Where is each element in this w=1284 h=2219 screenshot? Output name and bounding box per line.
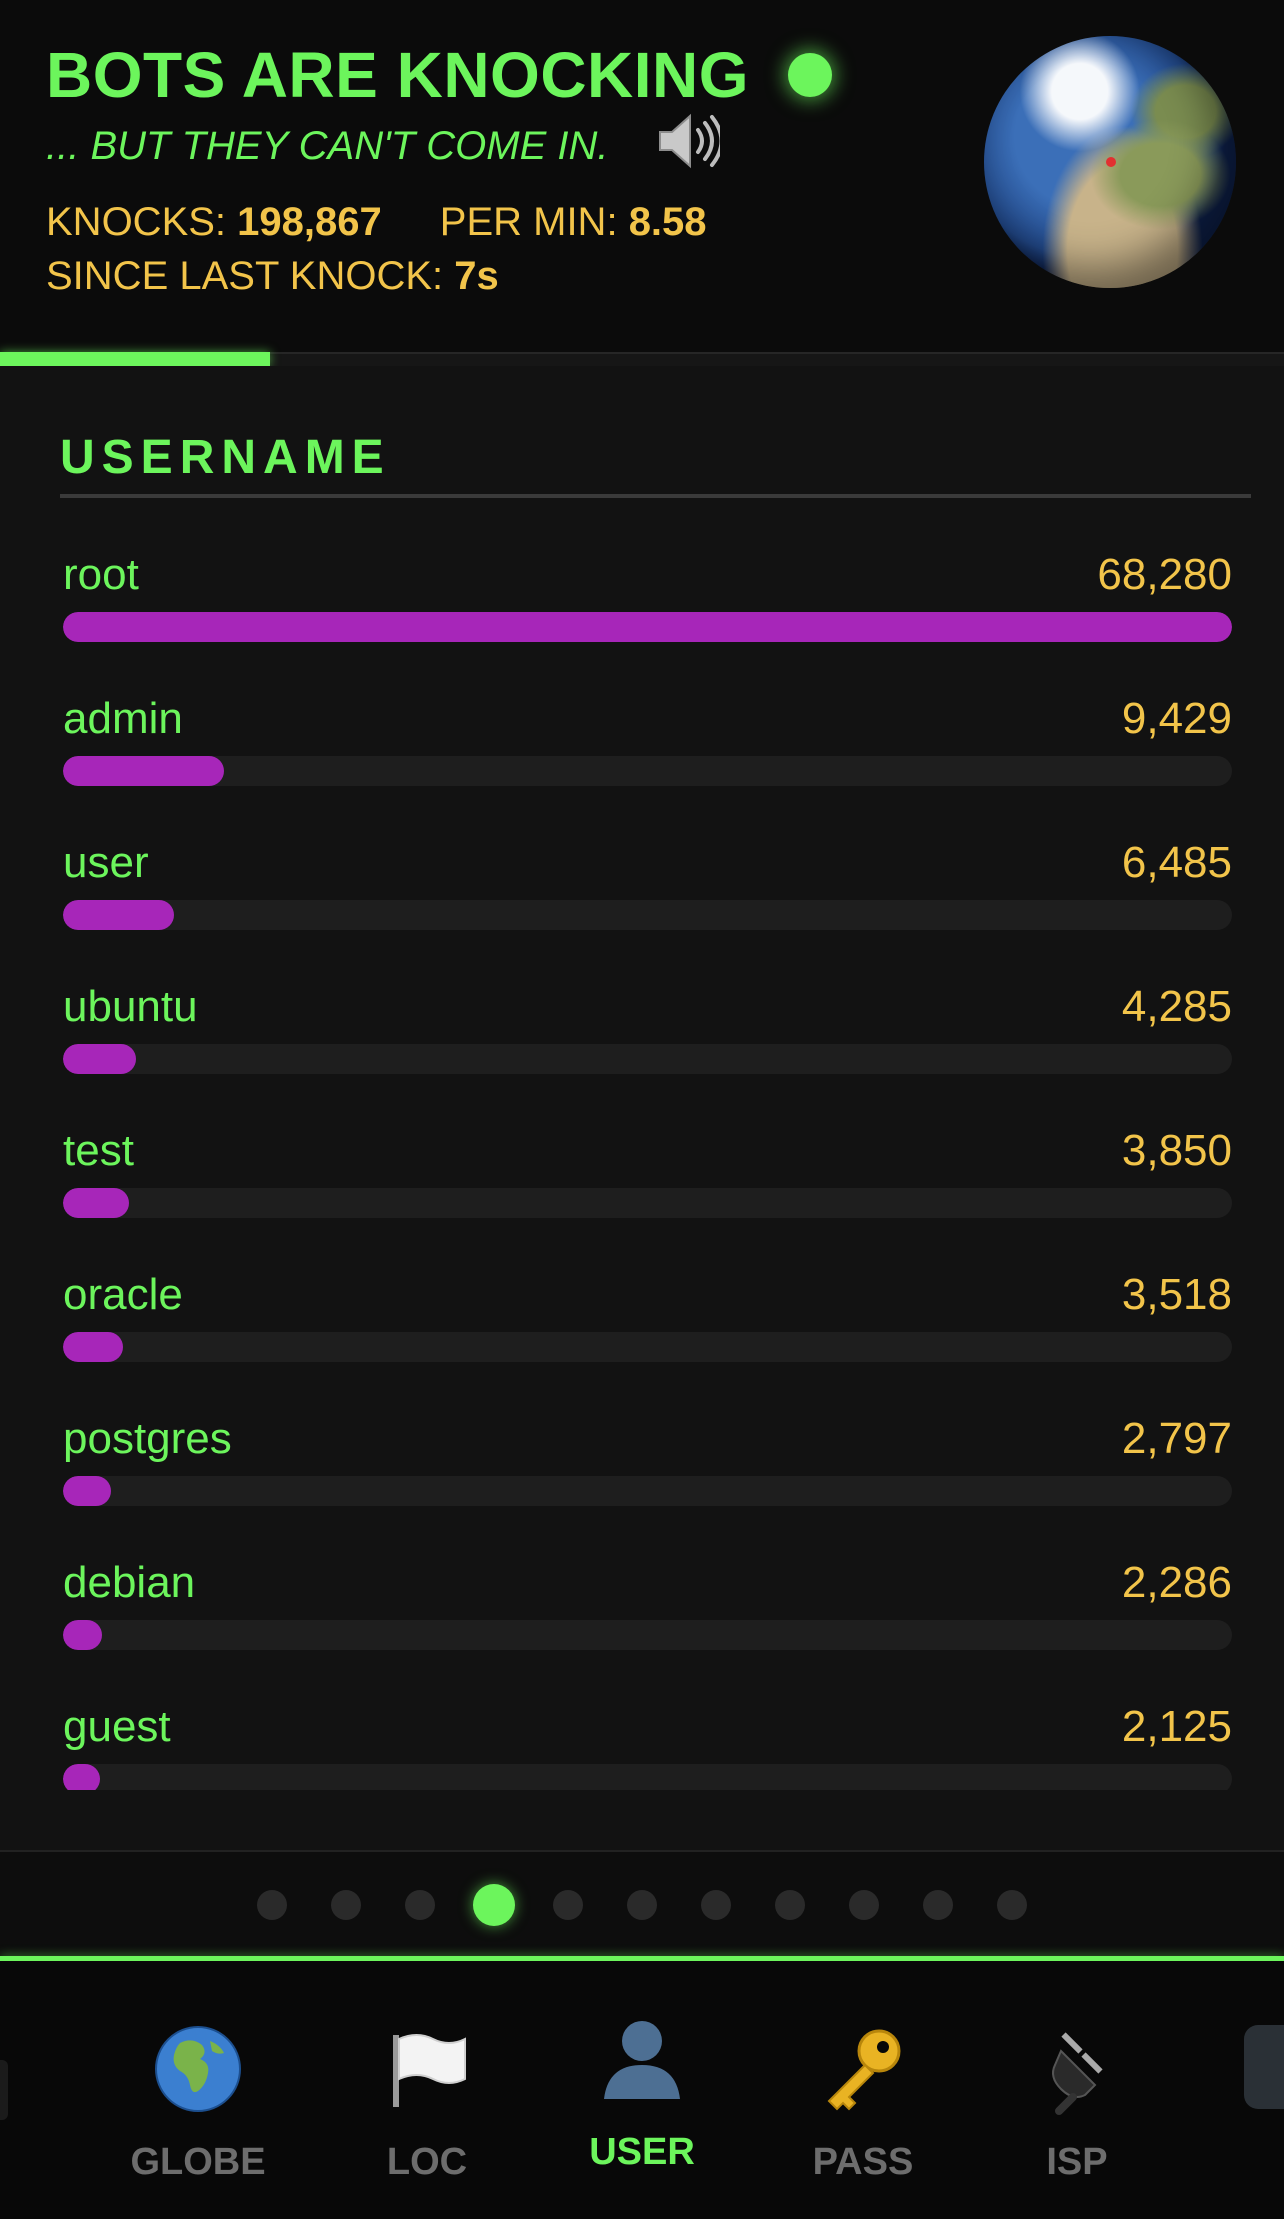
count-bar-track <box>63 1764 1232 1790</box>
username-count: 9,429 <box>1121 694 1232 743</box>
count-bar-fill <box>63 1620 103 1650</box>
knock-stats: KNOCKS: 198,867 PER MIN: 8.58 <box>46 200 707 245</box>
username-count: 2,797 <box>1121 1414 1232 1463</box>
nav-tab-globe[interactable]: GLOBE <box>98 1961 298 2219</box>
username-label: oracle <box>63 1270 183 1319</box>
username-count: 3,850 <box>1121 1126 1232 1175</box>
list-item: postgres 2,797 <box>0 1414 1284 1558</box>
knocks-label: KNOCKS: <box>46 200 227 244</box>
nav-label-loc: LOC <box>386 2141 468 2183</box>
page-dot[interactable] <box>923 1890 953 1920</box>
key-icon <box>827 2029 901 2111</box>
app-subtitle: ... BUT THEY CAN'T COME IN. <box>46 124 609 168</box>
nav-label-user: USER <box>589 2131 695 2173</box>
username-label: test <box>63 1126 134 1175</box>
page-dot[interactable] <box>775 1890 805 1920</box>
page-dot[interactable] <box>849 1890 879 1920</box>
per-min-label: PER MIN: <box>439 200 618 244</box>
list-item: admin 9,429 <box>0 694 1284 838</box>
page-dot[interactable] <box>331 1890 361 1920</box>
page-dot[interactable] <box>405 1890 435 1920</box>
per-min-value: 8.58 <box>628 200 707 244</box>
since-last-knock: SINCE LAST KNOCK: 7s <box>46 254 499 299</box>
list-item: debian 2,286 <box>0 1558 1284 1702</box>
page-dot[interactable] <box>553 1890 583 1920</box>
count-bar-fill <box>63 1188 129 1218</box>
page-dot[interactable] <box>701 1890 731 1920</box>
list-item: root 68,280 <box>0 550 1284 694</box>
username-label: ubuntu <box>63 982 198 1031</box>
section-title: USERNAME <box>60 431 391 484</box>
count-bar-fill <box>63 1764 101 1790</box>
list-item: oracle 3,518 <box>0 1270 1284 1414</box>
app-screen: BOTS ARE KNOCKING ... BUT THEY CAN'T COM… <box>0 0 1284 2219</box>
since-label: SINCE LAST KNOCK: <box>46 254 444 298</box>
list-item: test 3,850 <box>0 1126 1284 1270</box>
app-title: BOTS ARE KNOCKING <box>46 39 750 111</box>
nav-scroll-edge-left <box>0 2060 8 2120</box>
count-bar-track <box>63 1332 1232 1362</box>
page-indicator[interactable] <box>0 1880 1284 1930</box>
refresh-progress-fill <box>0 352 270 366</box>
username-label: guest <box>63 1702 171 1751</box>
globe-location-marker <box>1106 157 1116 167</box>
username-count: 2,125 <box>1121 1702 1232 1751</box>
user-silhouette-icon <box>604 2021 680 2099</box>
count-bar-fill <box>63 1332 124 1362</box>
nav-tab-pass[interactable]: PASS <box>763 1961 963 2219</box>
page-dot[interactable] <box>997 1890 1027 1920</box>
list-item: guest 2,125 <box>0 1702 1284 1790</box>
white-flag-icon <box>393 2034 466 2107</box>
list-item: user 6,485 <box>0 838 1284 982</box>
header: BOTS ARE KNOCKING ... BUT THEY CAN'T COM… <box>0 0 1284 350</box>
username-label: root <box>63 550 139 599</box>
page-dot[interactable] <box>257 1890 287 1920</box>
username-label: admin <box>63 694 183 743</box>
username-count: 2,286 <box>1121 1558 1232 1607</box>
since-value: 7s <box>454 254 499 298</box>
count-bar-fill <box>63 1044 137 1074</box>
speaker-icon[interactable] <box>656 112 720 170</box>
globe-africa-icon <box>155 2026 241 2112</box>
count-bar-fill <box>63 1476 111 1506</box>
nav-label-globe: GLOBE <box>130 2141 266 2183</box>
count-bar-track <box>63 612 1232 642</box>
nav-tab-user[interactable]: USER <box>542 1961 742 2219</box>
username-label: postgres <box>63 1414 232 1463</box>
username-label: user <box>63 838 149 887</box>
page-dot-active[interactable] <box>473 1884 515 1926</box>
live-status-indicator <box>788 53 832 97</box>
nav-label-isp: ISP <box>1046 2141 1108 2183</box>
username-count: 68,280 <box>1097 550 1232 599</box>
count-bar-track <box>63 1476 1232 1506</box>
count-bar-fill <box>63 900 175 930</box>
count-bar-fill <box>63 612 1232 642</box>
plug-icon <box>1052 2032 1103 2115</box>
count-bar-track <box>63 900 1232 930</box>
count-bar-track <box>63 1620 1232 1650</box>
list-item: ubuntu 4,285 <box>0 982 1284 1126</box>
count-bar-fill <box>63 756 225 786</box>
count-bar-track <box>63 1188 1232 1218</box>
nav-label-pass: PASS <box>812 2141 914 2183</box>
nav-tab-loc[interactable]: LOC <box>327 1961 527 2219</box>
nav-scroll-edge-right <box>1244 2025 1284 2109</box>
page-dot[interactable] <box>627 1890 657 1920</box>
count-bar-track <box>63 756 1232 786</box>
username-label: debian <box>63 1558 196 1607</box>
count-bar-track <box>63 1044 1232 1074</box>
section-divider <box>60 494 1251 498</box>
knocks-value: 198,867 <box>237 200 382 244</box>
username-count: 6,485 <box>1121 838 1232 887</box>
nav-tab-isp[interactable]: ISP <box>977 1961 1177 2219</box>
username-list[interactable]: root 68,280 admin 9,429 user 6,485 ubuntu 4,285… <box>0 520 1284 1790</box>
username-count: 4,285 <box>1121 982 1232 1031</box>
username-count: 3,518 <box>1121 1270 1232 1319</box>
